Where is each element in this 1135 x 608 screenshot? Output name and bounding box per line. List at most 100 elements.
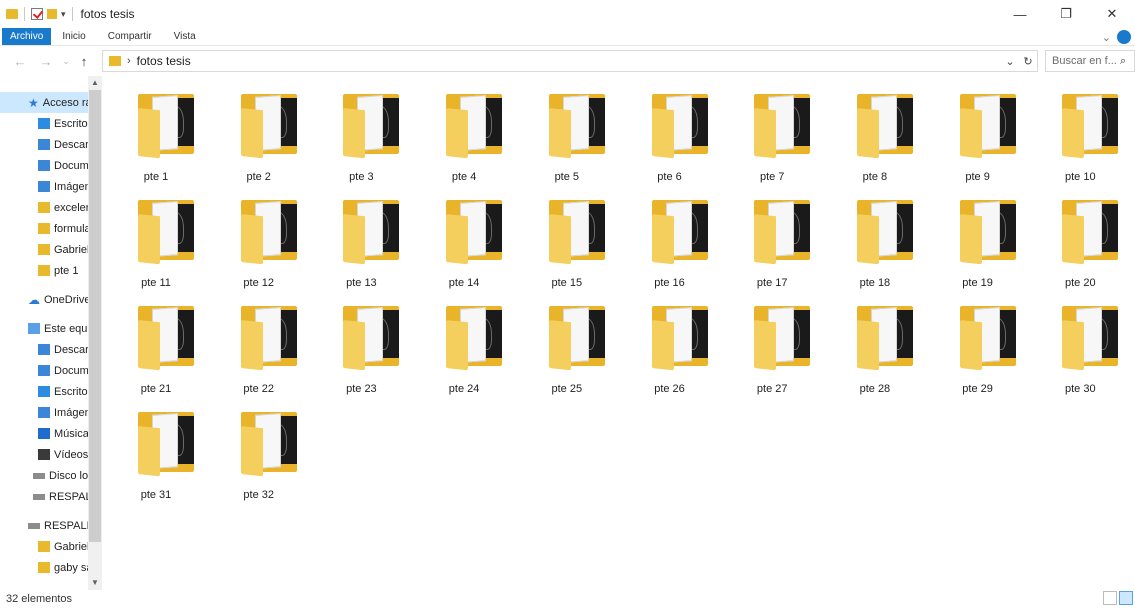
- nav-item-quick-access[interactable]: ★ Acceso rápido: [0, 92, 88, 113]
- folder-item[interactable]: pte 1: [104, 74, 208, 183]
- folder-item[interactable]: pte 23: [309, 286, 413, 395]
- details-view-button[interactable]: [1103, 591, 1117, 605]
- folder-item[interactable]: pte 4: [412, 74, 516, 183]
- folder-item[interactable]: pte 19: [926, 180, 1030, 289]
- folder-item[interactable]: pte 31: [104, 392, 208, 501]
- forward-button[interactable]: →: [38, 54, 54, 69]
- folder-item[interactable]: pte 14: [412, 180, 516, 289]
- folder-item[interactable]: pte 11: [104, 180, 208, 289]
- folder-item[interactable]: pte 20: [1028, 180, 1132, 289]
- nav-item-documentos[interactable]: Documentos: [0, 155, 88, 176]
- search-input[interactable]: Buscar en f... ⌕: [1045, 50, 1135, 72]
- title-bar: ▾ fotos tesis — ❐ ✕: [0, 0, 1135, 28]
- folder-item[interactable]: pte 15: [515, 180, 619, 289]
- folder-thumbnail-icon: [754, 304, 811, 371]
- folder-item[interactable]: pte 5: [515, 74, 619, 183]
- folder-item[interactable]: pte 28: [823, 286, 927, 395]
- folder-item[interactable]: pte 12: [207, 180, 311, 289]
- folder-item[interactable]: pte 30: [1028, 286, 1132, 395]
- folder-item[interactable]: pte 21: [104, 286, 208, 395]
- nav-item-onedrive[interactable]: ☁ OneDrive: [0, 289, 88, 310]
- nav-item-label: Vídeos: [54, 448, 88, 461]
- folder-item[interactable]: pte 17: [720, 180, 824, 289]
- scrollbar-thumb[interactable]: [89, 90, 101, 542]
- nav-item-descargas[interactable]: Descargas: [0, 134, 88, 155]
- search-icon[interactable]: ⌕: [1120, 55, 1134, 68]
- nav-item-label: Documentos: [54, 364, 88, 377]
- tab-compartir[interactable]: Compartir: [97, 28, 163, 45]
- nav-item-label: Gabriela: [54, 243, 88, 256]
- folder-item[interactable]: pte 7: [720, 74, 824, 183]
- nav-item-gaby-sa[interactable]: gaby sa: [0, 557, 88, 578]
- nav-item-gabriela-2[interactable]: Gabriela: [0, 536, 88, 557]
- expand-ribbon-icon[interactable]: ⌄: [1102, 31, 1111, 44]
- tab-archivo[interactable]: Archivo: [2, 28, 52, 45]
- nav-item-excelente[interactable]: excelente: [0, 197, 88, 218]
- folder-item[interactable]: pte 6: [618, 74, 722, 183]
- nav-item-escritorio[interactable]: Escritorio: [0, 113, 88, 134]
- nav-item-musica[interactable]: Música: [0, 423, 88, 444]
- folder-item[interactable]: pte 27: [720, 286, 824, 395]
- breadcrumb-chevron-icon[interactable]: ›: [127, 55, 131, 67]
- folder-thumbnail-icon: [651, 304, 708, 371]
- nav-item-label: Descargas: [54, 343, 88, 356]
- folder-item[interactable]: pte 26: [618, 286, 722, 395]
- address-history-icon[interactable]: ⌄: [1001, 55, 1019, 68]
- nav-item-videos[interactable]: Vídeos: [0, 444, 88, 465]
- nav-item-documentos-pc[interactable]: Documentos: [0, 360, 88, 381]
- up-button[interactable]: ↑: [76, 54, 92, 69]
- folder-label: pte 23: [346, 383, 377, 395]
- nav-item-label: formulas: [54, 222, 88, 235]
- folder-item[interactable]: pte 22: [207, 286, 311, 395]
- nav-item-label: Imágenes: [54, 406, 88, 419]
- nav-item-disco-local[interactable]: Disco local: [0, 465, 88, 486]
- scroll-down-icon[interactable]: ▼: [88, 576, 102, 590]
- nav-item-formulas[interactable]: formulas: [0, 218, 88, 239]
- folder-item[interactable]: pte 3: [309, 74, 413, 183]
- folder-item[interactable]: pte 2: [207, 74, 311, 183]
- back-button[interactable]: ←: [12, 54, 28, 69]
- nav-item-respaldo-1[interactable]: RESPALDO: [0, 486, 88, 507]
- folder-item[interactable]: pte 9: [926, 74, 1030, 183]
- folder-item[interactable]: pte 18: [823, 180, 927, 289]
- nav-item-imagenes[interactable]: Imágenes: [0, 176, 88, 197]
- properties-icon[interactable]: [31, 8, 43, 20]
- address-bar[interactable]: › fotos tesis ⌄ ↻: [102, 50, 1038, 72]
- folder-item[interactable]: pte 25: [515, 286, 619, 395]
- nav-item-este-equipo[interactable]: Este equipo: [0, 318, 88, 339]
- minimize-button[interactable]: —: [997, 0, 1043, 28]
- new-folder-icon[interactable]: [47, 9, 57, 19]
- folder-item[interactable]: pte 32: [207, 392, 311, 501]
- nav-item-label: Disco local: [49, 469, 88, 482]
- nav-item-escritorio-pc[interactable]: Escritorio: [0, 381, 88, 402]
- nav-scrollbar[interactable]: ▲ ▼: [88, 76, 102, 590]
- nav-item-imagenes-pc[interactable]: Imágenes: [0, 402, 88, 423]
- folder-item[interactable]: pte 8: [823, 74, 927, 183]
- pictures-icon: [38, 181, 50, 192]
- nav-item-respaldo-2[interactable]: RESPALDO: [0, 515, 88, 536]
- nav-item-gabriela[interactable]: Gabriela: [0, 239, 88, 260]
- drive-icon: [28, 522, 40, 529]
- breadcrumb-fotos-tesis[interactable]: fotos tesis: [137, 54, 191, 68]
- close-button[interactable]: ✕: [1089, 0, 1135, 28]
- help-icon[interactable]: [1117, 30, 1131, 44]
- restore-button[interactable]: ❐: [1043, 0, 1089, 28]
- folder-item[interactable]: pte 13: [309, 180, 413, 289]
- pc-icon: [28, 323, 40, 334]
- nav-item-pte-1[interactable]: pte 1: [0, 260, 88, 281]
- large-icons-view-button[interactable]: [1119, 591, 1133, 605]
- folder-item[interactable]: pte 16: [618, 180, 722, 289]
- folder-item[interactable]: pte 10: [1028, 74, 1132, 183]
- folder-thumbnail-icon: [1062, 92, 1119, 159]
- folder-thumbnail-icon: [138, 92, 194, 159]
- nav-item-descargas-pc[interactable]: Descargas: [0, 339, 88, 360]
- tab-vista[interactable]: Vista: [163, 28, 207, 45]
- customize-toolbar-icon[interactable]: ▾: [61, 9, 66, 20]
- folder-item[interactable]: pte 24: [412, 286, 516, 395]
- recent-locations-button[interactable]: ⌄: [58, 56, 74, 67]
- folder-thumbnail-icon: [548, 92, 605, 159]
- scroll-up-icon[interactable]: ▲: [88, 76, 102, 90]
- tab-inicio[interactable]: Inicio: [51, 28, 96, 45]
- folder-item[interactable]: pte 29: [926, 286, 1030, 395]
- refresh-icon[interactable]: ↻: [1019, 55, 1037, 68]
